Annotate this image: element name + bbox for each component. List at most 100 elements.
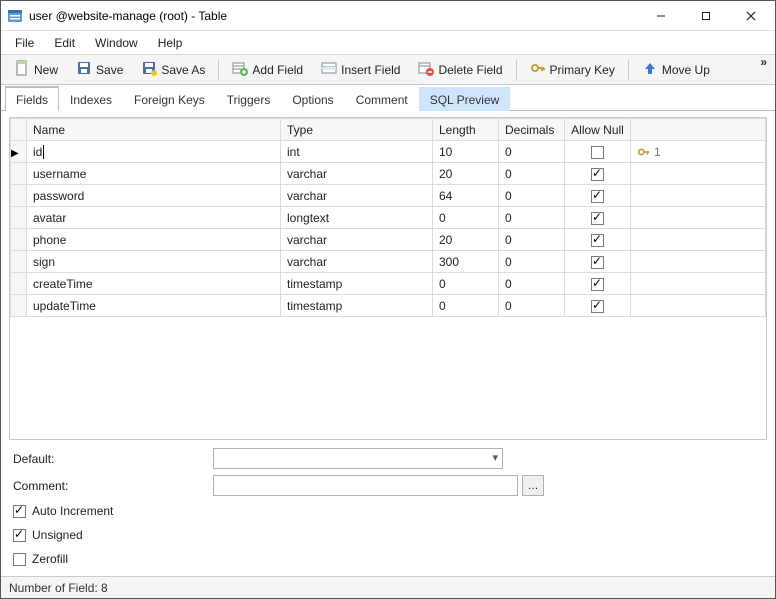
cell-type[interactable]: varchar bbox=[281, 163, 433, 185]
menu-edit[interactable]: Edit bbox=[44, 33, 85, 53]
cell-type[interactable]: int bbox=[281, 141, 433, 163]
delete-field-button[interactable]: Delete Field bbox=[409, 56, 511, 83]
cell-decimals[interactable]: 0 bbox=[499, 141, 565, 163]
cell-name[interactable]: updateTime bbox=[27, 295, 281, 317]
cell-length[interactable]: 0 bbox=[433, 273, 499, 295]
cell-allow-null[interactable] bbox=[565, 229, 631, 251]
save-as-button[interactable]: Save As bbox=[132, 56, 214, 83]
col-allow-null[interactable]: Allow Null bbox=[565, 119, 631, 141]
cell-name[interactable]: phone bbox=[27, 229, 281, 251]
comment-dialog-button[interactable]: … bbox=[522, 475, 544, 496]
row-header[interactable] bbox=[11, 207, 27, 229]
save-button[interactable]: Save bbox=[67, 56, 132, 83]
insert-field-button[interactable]: Insert Field bbox=[312, 56, 409, 83]
table-row[interactable]: passwordvarchar640 bbox=[11, 185, 766, 207]
default-select[interactable] bbox=[213, 448, 503, 469]
grid-scroll[interactable]: Name Type Length Decimals Allow Null ▶id… bbox=[10, 118, 766, 439]
tab-triggers[interactable]: Triggers bbox=[216, 87, 282, 111]
table-row[interactable]: ▶idint100 1 bbox=[11, 141, 766, 163]
cell-decimals[interactable]: 0 bbox=[499, 163, 565, 185]
cell-name[interactable]: id bbox=[27, 141, 281, 163]
row-header[interactable] bbox=[11, 163, 27, 185]
row-header[interactable] bbox=[11, 185, 27, 207]
cell-allow-null[interactable] bbox=[565, 163, 631, 185]
table-row[interactable]: avatarlongtext00 bbox=[11, 207, 766, 229]
cell-length[interactable]: 64 bbox=[433, 185, 499, 207]
close-button[interactable] bbox=[728, 1, 773, 30]
cell-length[interactable]: 0 bbox=[433, 295, 499, 317]
row-header[interactable]: ▶ bbox=[11, 141, 27, 163]
table-row[interactable]: signvarchar3000 bbox=[11, 251, 766, 273]
row-header[interactable] bbox=[11, 251, 27, 273]
cell-name[interactable]: username bbox=[27, 163, 281, 185]
allow-null-checkbox[interactable] bbox=[591, 168, 604, 181]
tab-indexes[interactable]: Indexes bbox=[59, 87, 123, 111]
row-header[interactable] bbox=[11, 295, 27, 317]
tab-options[interactable]: Options bbox=[281, 87, 344, 111]
cell-length[interactable]: 10 bbox=[433, 141, 499, 163]
cell-decimals[interactable]: 0 bbox=[499, 273, 565, 295]
move-up-button[interactable]: Move Up bbox=[633, 56, 719, 83]
cell-allow-null[interactable] bbox=[565, 295, 631, 317]
cell-length[interactable]: 0 bbox=[433, 207, 499, 229]
cell-allow-null[interactable] bbox=[565, 273, 631, 295]
cell-type[interactable]: timestamp bbox=[281, 273, 433, 295]
cell-key[interactable] bbox=[631, 273, 766, 295]
table-row[interactable]: usernamevarchar200 bbox=[11, 163, 766, 185]
table-row[interactable]: createTimetimestamp00 bbox=[11, 273, 766, 295]
maximize-button[interactable] bbox=[683, 1, 728, 30]
tab-comment[interactable]: Comment bbox=[345, 87, 419, 111]
comment-input[interactable] bbox=[213, 475, 518, 496]
tab-sql-preview[interactable]: SQL Preview bbox=[419, 87, 511, 111]
allow-null-checkbox[interactable] bbox=[591, 278, 604, 291]
minimize-button[interactable] bbox=[638, 1, 683, 30]
cell-type[interactable]: varchar bbox=[281, 185, 433, 207]
col-key[interactable] bbox=[631, 119, 766, 141]
cell-allow-null[interactable] bbox=[565, 185, 631, 207]
cell-decimals[interactable]: 0 bbox=[499, 295, 565, 317]
cell-key[interactable] bbox=[631, 207, 766, 229]
cell-name[interactable]: password bbox=[27, 185, 281, 207]
unsigned-checkbox[interactable] bbox=[13, 529, 26, 542]
cell-key[interactable] bbox=[631, 163, 766, 185]
cell-length[interactable]: 300 bbox=[433, 251, 499, 273]
table-row[interactable]: phonevarchar200 bbox=[11, 229, 766, 251]
row-header[interactable] bbox=[11, 273, 27, 295]
tab-foreign-keys[interactable]: Foreign Keys bbox=[123, 87, 216, 111]
cell-allow-null[interactable] bbox=[565, 141, 631, 163]
table-row[interactable]: updateTimetimestamp00 bbox=[11, 295, 766, 317]
cell-decimals[interactable]: 0 bbox=[499, 251, 565, 273]
col-decimals[interactable]: Decimals bbox=[499, 119, 565, 141]
row-header[interactable] bbox=[11, 229, 27, 251]
cell-key[interactable]: 1 bbox=[631, 141, 766, 163]
cell-type[interactable]: timestamp bbox=[281, 295, 433, 317]
col-name[interactable]: Name bbox=[27, 119, 281, 141]
allow-null-checkbox[interactable] bbox=[591, 234, 604, 247]
cell-type[interactable]: longtext bbox=[281, 207, 433, 229]
col-type[interactable]: Type bbox=[281, 119, 433, 141]
cell-decimals[interactable]: 0 bbox=[499, 229, 565, 251]
auto-increment-checkbox[interactable] bbox=[13, 505, 26, 518]
allow-null-checkbox[interactable] bbox=[591, 212, 604, 225]
cell-allow-null[interactable] bbox=[565, 207, 631, 229]
new-button[interactable]: New bbox=[5, 56, 67, 83]
cell-name[interactable]: createTime bbox=[27, 273, 281, 295]
cell-length[interactable]: 20 bbox=[433, 163, 499, 185]
cell-type[interactable]: varchar bbox=[281, 229, 433, 251]
cell-decimals[interactable]: 0 bbox=[499, 185, 565, 207]
primary-key-button[interactable]: Primary Key bbox=[521, 56, 624, 83]
cell-allow-null[interactable] bbox=[565, 251, 631, 273]
cell-type[interactable]: varchar bbox=[281, 251, 433, 273]
allow-null-checkbox[interactable] bbox=[591, 256, 604, 269]
menu-window[interactable]: Window bbox=[85, 33, 148, 53]
cell-key[interactable] bbox=[631, 251, 766, 273]
cell-decimals[interactable]: 0 bbox=[499, 207, 565, 229]
cell-key[interactable] bbox=[631, 295, 766, 317]
tab-fields[interactable]: Fields bbox=[5, 86, 59, 111]
col-length[interactable]: Length bbox=[433, 119, 499, 141]
cell-name[interactable]: sign bbox=[27, 251, 281, 273]
toolbar-overflow[interactable]: » bbox=[756, 55, 771, 69]
allow-null-checkbox[interactable] bbox=[591, 190, 604, 203]
menu-help[interactable]: Help bbox=[148, 33, 193, 53]
allow-null-checkbox[interactable] bbox=[591, 146, 604, 159]
